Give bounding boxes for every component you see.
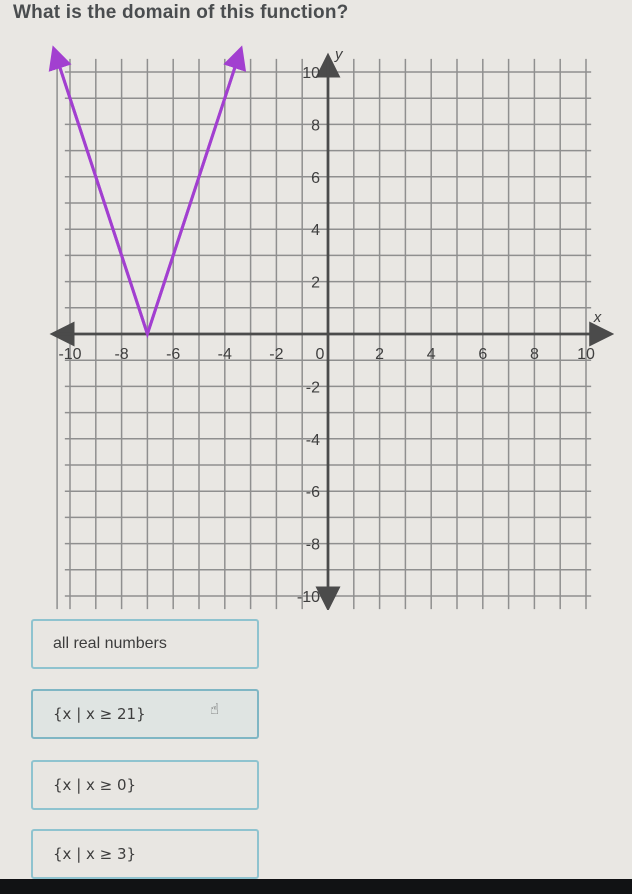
option-label: {x | x ≥ 21} [53,705,146,723]
y-tick-label: 4 [311,222,320,239]
x-tick-label: 6 [478,346,487,363]
y-tick-label: 8 [311,117,320,134]
y-tick-label: -6 [306,484,320,501]
y-tick-label: 10 [302,65,320,82]
option-x-ge-0[interactable]: {x | x ≥ 0} [31,760,259,810]
x-tick-label: -6 [166,346,180,363]
x-tick-label: -4 [218,346,232,363]
x-axis-label: x [593,309,602,326]
x-tick-label: 10 [577,346,595,363]
function-arrow-left [48,45,149,335]
y-tick-label: 2 [311,275,320,292]
y-tick-label: -2 [306,379,320,396]
bottom-bar [0,879,632,894]
x-tick-label: -2 [269,346,283,363]
x-tick-label: -8 [114,346,128,363]
y-tick-label: -10 [297,589,320,606]
x-tick-label: -10 [58,346,81,363]
coordinate-plane: x y -10 -8 -6 -4 -2 0 2 4 6 8 10 10 8 6 4 2 -2 -4 -6 -8 -10 [48,45,615,610]
x-tick-label: 8 [530,346,539,363]
function-arrow-right [145,45,247,335]
y-axis-label: y [334,46,344,63]
x-tick-label: 4 [427,346,436,363]
hand-pointer-icon: ☝ [210,700,220,718]
y-tick-label: 6 [311,170,320,187]
option-label: {x | x ≥ 3} [53,845,137,863]
x-tick-label: 0 [316,346,325,363]
option-label: {x | x ≥ 0} [53,776,137,794]
option-x-ge-21[interactable]: {x | x ≥ 21} [31,689,259,739]
y-tick-label: -8 [306,537,320,554]
x-tick-label: 2 [375,346,384,363]
option-x-ge-3[interactable]: {x | x ≥ 3} [31,829,259,879]
option-label: all real numbers [53,635,167,652]
y-tick-label: -4 [306,432,320,449]
option-all-real-numbers[interactable]: all real numbers [31,619,259,669]
